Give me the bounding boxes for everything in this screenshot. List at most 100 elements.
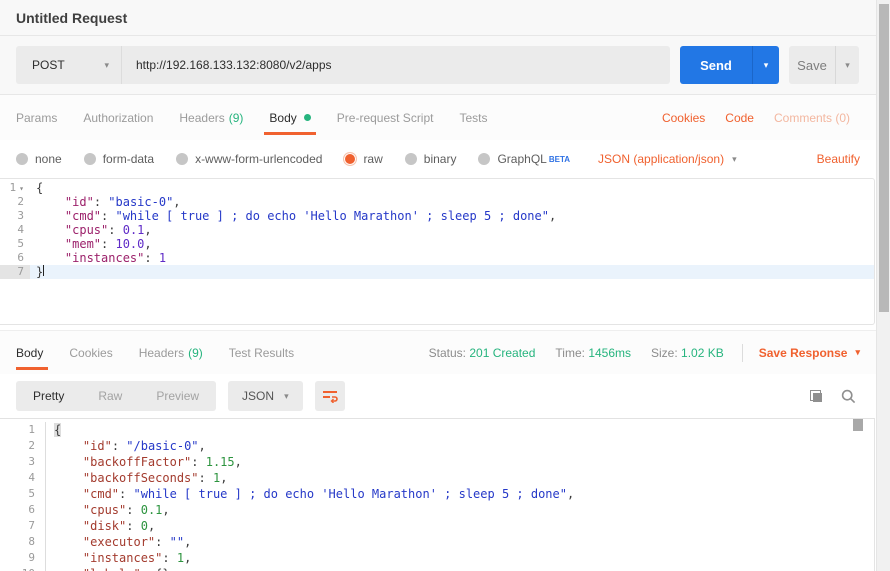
format-value: JSON [242, 389, 274, 403]
response-tab-cookies[interactable]: Cookies [56, 331, 125, 374]
view-pretty-button[interactable]: Pretty [16, 381, 81, 411]
tab-label: Headers [179, 111, 224, 125]
radio-graphql[interactable]: GraphQL BETA [478, 152, 570, 166]
code-line: 4 "cpus": 0.1, [0, 223, 874, 237]
time-label: Time: [555, 346, 585, 360]
tab-label: Params [16, 111, 57, 125]
chevron-down-icon: ▾ [104, 61, 109, 70]
code-line: 5 "mem": 10.0, [0, 237, 874, 251]
save-button-group: Save ▾ [789, 46, 859, 84]
line-number: 5 [0, 486, 46, 502]
code-line: 10 "labels": {}, [0, 566, 874, 571]
code-text: } [30, 265, 874, 279]
divider [742, 344, 743, 362]
line-number: 7 [0, 265, 30, 279]
headers-count-badge: (9) [188, 346, 203, 360]
window-scrollbar-thumb[interactable] [879, 4, 889, 312]
tab-pre-request-script[interactable]: Pre-request Script [324, 95, 447, 140]
tab-params[interactable]: Params [16, 95, 70, 140]
code-text: "disk": 0, [46, 518, 874, 534]
view-preview-button[interactable]: Preview [139, 381, 216, 411]
window-scrollbar[interactable] [876, 0, 890, 571]
code-text: { [46, 422, 874, 438]
editor-scrollbar-thumb[interactable] [853, 419, 863, 431]
content-type-value: JSON (application/json) [598, 152, 724, 166]
wrap-text-button[interactable] [315, 381, 345, 411]
radio-binary[interactable]: binary [405, 152, 457, 166]
response-tab-test-results[interactable]: Test Results [216, 331, 307, 374]
response-format-select[interactable]: JSON ▾ [228, 381, 303, 411]
url-input[interactable]: http://192.168.133.132:8080/v2/apps [122, 46, 670, 84]
line-number: 8 [0, 534, 46, 550]
method-select[interactable]: POST ▾ [16, 46, 122, 84]
radio-checked-icon [344, 153, 356, 165]
fold-arrow-icon[interactable]: ▾ [19, 184, 24, 193]
tab-tests[interactable]: Tests [446, 95, 500, 140]
code-text: "cpus": 0.1, [30, 223, 874, 237]
radio-icon [84, 153, 96, 165]
code-line: 6 "instances": 1 [0, 251, 874, 265]
line-number: 3 [0, 454, 46, 470]
save-options-button[interactable]: ▾ [835, 46, 859, 84]
request-body-editor[interactable]: 1▾{2 "id": "basic-0",3 "cmd": "while [ t… [0, 178, 875, 325]
tab-authorization[interactable]: Authorization [70, 95, 166, 140]
chevron-down-icon: ▾ [855, 348, 860, 357]
chevron-down-icon: ▾ [284, 392, 289, 401]
content-type-select[interactable]: JSON (application/json) ▾ [598, 152, 737, 166]
tab-label: Headers [139, 346, 184, 360]
size-value: 1.02 KB [681, 346, 724, 360]
line-number: 6 [0, 251, 30, 265]
code-link[interactable]: Code [715, 95, 764, 140]
code-text: "executor": "", [46, 534, 874, 550]
radio-label: x-www-form-urlencoded [195, 152, 322, 166]
radio-none[interactable]: none [16, 152, 62, 166]
code-line: 2 "id": "basic-0", [0, 195, 874, 209]
request-header: Untitled Request [0, 0, 876, 36]
radio-label: GraphQL [497, 152, 546, 166]
cookies-link[interactable]: Cookies [652, 95, 715, 140]
send-button[interactable]: Send [680, 46, 752, 84]
tab-headers[interactable]: Headers (9) [166, 95, 256, 140]
chevron-down-icon: ▾ [732, 155, 737, 164]
save-button[interactable]: Save [789, 46, 835, 84]
send-button-group: Send ▾ [680, 46, 779, 84]
line-number: 4 [0, 223, 30, 237]
tab-label: Cookies [69, 346, 112, 360]
comments-link[interactable]: Comments (0) [764, 95, 860, 140]
time-badge: Time: 1456ms [555, 346, 631, 360]
line-number: 4 [0, 470, 46, 486]
body-modified-dot-icon [304, 114, 311, 121]
save-response-button[interactable]: Save Response ▾ [759, 346, 860, 360]
code-text: "id": "/basic-0", [46, 438, 874, 454]
code-line: 6 "cpus": 0.1, [0, 502, 874, 518]
tab-label: Body [269, 111, 296, 125]
radio-form-data[interactable]: form-data [84, 152, 154, 166]
response-header: Body Cookies Headers (9) Test Results St… [0, 330, 876, 374]
radio-raw[interactable]: raw [344, 152, 382, 166]
url-value: http://192.168.133.132:8080/v2/apps [136, 58, 332, 72]
line-number: 6 [0, 502, 46, 518]
code-text: "labels": {}, [46, 566, 874, 571]
code-text: "backoffSeconds": 1, [46, 470, 874, 486]
response-tab-headers[interactable]: Headers (9) [126, 331, 216, 374]
tab-body[interactable]: Body [256, 95, 323, 140]
copy-response-button[interactable] [804, 384, 828, 408]
spacer [501, 95, 652, 140]
line-number: 9 [0, 550, 46, 566]
headers-count-badge: (9) [229, 111, 244, 125]
code-line: 5 "cmd": "while [ true ] ; do echo 'Hell… [0, 486, 874, 502]
code-line: 7 "disk": 0, [0, 518, 874, 534]
code-line: 9 "instances": 1, [0, 550, 874, 566]
code-text: "mem": 10.0, [30, 237, 874, 251]
beautify-link[interactable]: Beautify [817, 152, 860, 166]
radio-x-www-form-urlencoded[interactable]: x-www-form-urlencoded [176, 152, 322, 166]
view-raw-button[interactable]: Raw [81, 381, 139, 411]
code-text: "backoffFactor": 1.15, [46, 454, 874, 470]
send-options-button[interactable]: ▾ [752, 46, 779, 84]
postman-window: Untitled Request POST ▾ http://192.168.1… [0, 0, 890, 571]
response-body-editor[interactable]: 1{2 "id": "/basic-0",3 "backoffFactor": … [0, 418, 875, 571]
search-response-button[interactable] [836, 384, 860, 408]
line-number: 3 [0, 209, 30, 223]
response-tab-body[interactable]: Body [16, 331, 56, 374]
code-line: 1{ [0, 422, 874, 438]
